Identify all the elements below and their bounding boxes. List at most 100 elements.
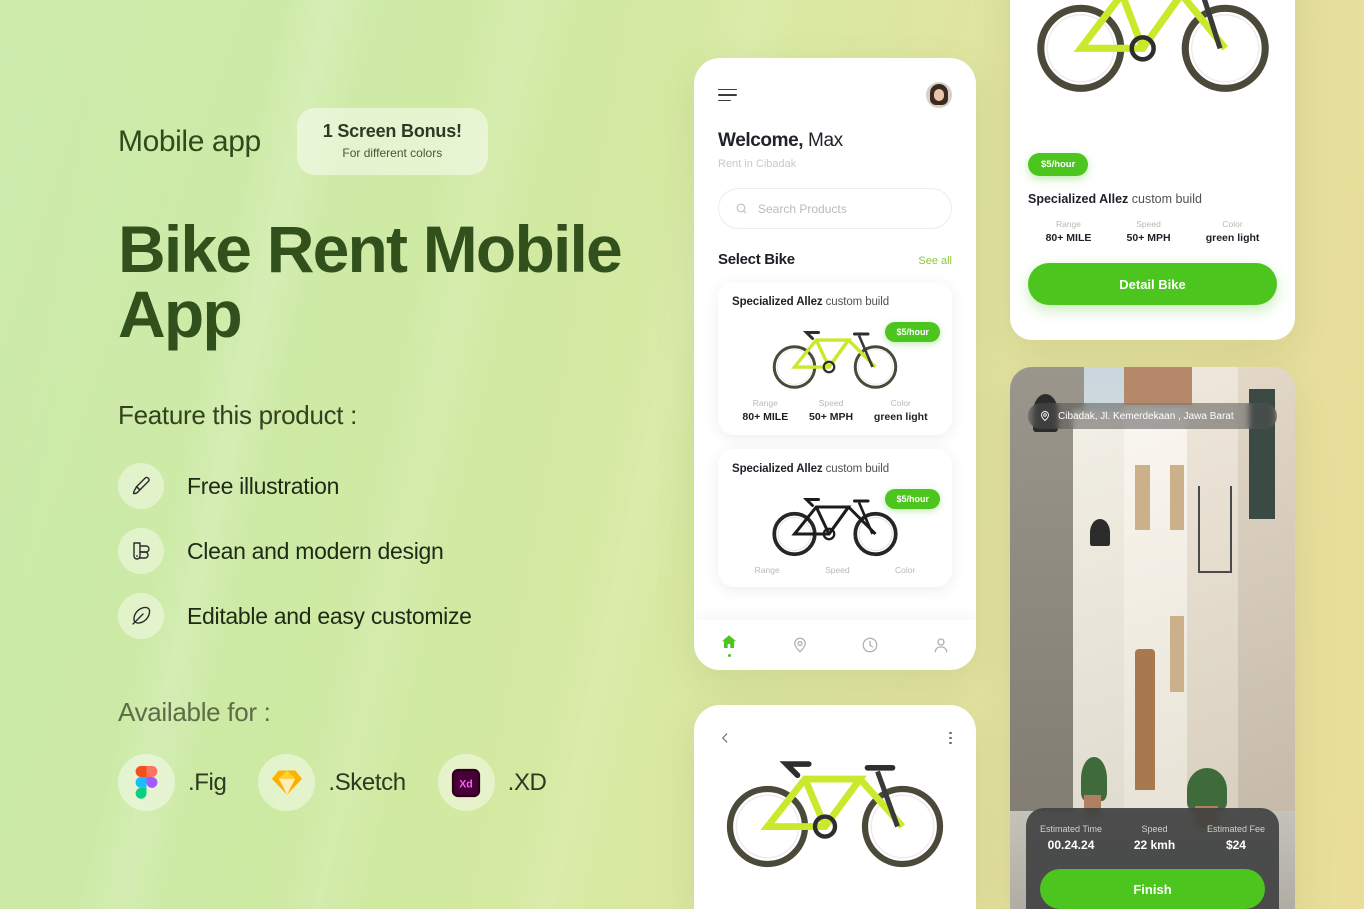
price-badge: $5/hour [885, 489, 940, 509]
spec-value: green light [1205, 232, 1260, 244]
bottom-navigation [694, 620, 976, 670]
trip-stat-item: Estimated Fee $24 [1207, 824, 1265, 852]
nav-item-profile[interactable] [932, 636, 950, 654]
spec-key: Color [895, 565, 916, 575]
trip-stat-key: Speed [1141, 824, 1168, 834]
adobe-xd-icon: Xd [437, 754, 495, 812]
nav-item-history[interactable] [861, 636, 879, 654]
spec-item: Range 80+ MILE [742, 398, 788, 423]
trip-stat-key: Estimated Fee [1206, 824, 1265, 834]
tool-list: .Fig .Sketch Xd .XD [118, 754, 718, 812]
detail-top-bar [694, 705, 976, 745]
feature-item: Free illustration [118, 463, 718, 510]
page-title: Bike Rent Mobile App [118, 212, 623, 351]
detail-bike-image [694, 749, 976, 874]
trip-stats: Estimated Time 00.24.24 Speed 22 kmh Est… [1040, 824, 1265, 852]
welcome-heading: Welcome, Max [718, 130, 952, 152]
finish-button[interactable]: Finish [1040, 869, 1265, 909]
welcome-greeting: Welcome, [718, 130, 804, 151]
spec-key: Color [1222, 219, 1243, 229]
bike-card[interactable]: Specialized Allez custom build $5/hour R… [718, 449, 952, 587]
spec-key: Range [1055, 219, 1081, 229]
location-bar[interactable]: Cibadak, Jl. Kemerdekaan , Jawa Barat [1028, 403, 1277, 429]
trip-stat-item: Estimated Time 00.24.24 [1040, 824, 1102, 852]
detail-bike-button[interactable]: Detail Bike [1028, 263, 1277, 305]
chevron-left-icon[interactable] [718, 731, 732, 745]
price-badge: $5/hour [1028, 153, 1089, 176]
bike-model: Specialized Allez [732, 296, 823, 308]
feather-icon [118, 593, 164, 640]
spec-key: Speed [1136, 219, 1161, 229]
spec-item: Speed [825, 565, 850, 575]
phone-home-screen: Welcome, Max Rent in Cibadak Search Prod… [694, 58, 976, 670]
section-header: Select Bike See all [718, 251, 952, 268]
avatar[interactable] [926, 82, 952, 108]
brush-icon [118, 463, 164, 510]
spec-value: 80+ MILE [1045, 232, 1092, 244]
svg-text:Xd: Xd [459, 778, 473, 790]
nav-item-location[interactable] [791, 636, 809, 654]
bike-card-title: Specialized Allez custom build [732, 463, 938, 475]
trip-stat-value: $24 [1225, 838, 1246, 852]
bike-specs: Range 80+ MILE Speed 50+ MPH Color green… [732, 398, 938, 423]
bike-detail-card: $5/hour Specialized Allez custom build R… [1010, 0, 1295, 340]
trip-stat-item: Speed 22 kmh [1134, 824, 1175, 852]
feature-item: Editable and easy customize [118, 593, 718, 640]
sketch-icon [258, 754, 316, 812]
more-vertical-icon[interactable] [949, 731, 952, 745]
available-for-title: Available for : [118, 697, 271, 728]
feature-label: Free illustration [187, 472, 340, 499]
spec-key: Range [752, 398, 778, 408]
detail-card-specs: Range 80+ MILE Speed 50+ MPH Color green… [1028, 219, 1277, 244]
trip-stat-value: 22 kmh [1133, 838, 1176, 852]
tool-item-figma: .Fig [118, 754, 240, 812]
hamburger-icon[interactable] [718, 85, 737, 106]
bike-card-title: Specialized Allez custom build [732, 296, 938, 308]
spec-item: Speed 50+ MPH [809, 398, 853, 423]
spec-item: Range 80+ MILE [1046, 219, 1092, 244]
tool-label: .Fig [188, 768, 227, 796]
search-input[interactable]: Search Products [718, 188, 952, 229]
home-icon [722, 635, 737, 648]
trip-tracking-card: Cibadak, Jl. Kemerdekaan , Jawa Barat Es… [1010, 367, 1295, 909]
tool-item-sketch: .Sketch [258, 754, 419, 812]
trip-stat-value: 00.24.24 [1047, 838, 1095, 852]
feature-item: Clean and modern design [118, 528, 718, 575]
bike-card[interactable]: Specialized Allez custom build $5/hour R… [718, 282, 952, 435]
nav-item-home[interactable] [720, 633, 738, 657]
left-info-panel: Mobile app 1 Screen Bonus! For different… [118, 108, 718, 812]
bike-variant: custom build [822, 296, 890, 308]
rent-location-label: Rent in Cibadak [718, 158, 797, 170]
bike-variant: custom build [1128, 192, 1202, 206]
feature-label: Clean and modern design [187, 537, 444, 564]
price-badge: $5/hour [885, 322, 940, 342]
bonus-subtitle: For different colors [342, 146, 443, 160]
spec-value: 50+ MPH [1126, 232, 1171, 244]
see-all-link[interactable]: See all [918, 255, 952, 267]
design-palette-icon [118, 528, 164, 575]
welcome-username: Max [803, 130, 843, 151]
bike-specs: Range Speed Color [732, 565, 938, 575]
figma-icon [118, 754, 175, 812]
nav-active-dot [727, 654, 731, 657]
features-title: Feature this product : [118, 400, 358, 431]
location-pin-icon [793, 637, 806, 653]
spec-item: Color green light [1206, 219, 1260, 244]
spec-item: Range [755, 565, 780, 575]
spec-key: Range [754, 565, 780, 575]
detail-card-photo [1010, 0, 1295, 154]
bonus-badge: 1 Screen Bonus! For different colors [296, 108, 488, 175]
spec-value: green light [873, 411, 928, 423]
home-content: Welcome, Max Rent in Cibadak Search Prod… [694, 130, 976, 587]
spec-item: Color green light [874, 398, 928, 423]
spec-item: Color [895, 565, 915, 575]
tool-item-xd: Xd .XD [437, 754, 561, 812]
bike-model: Specialized Allez [1028, 192, 1129, 206]
person-icon [934, 638, 948, 653]
section-title: Select Bike [718, 251, 795, 268]
detail-card-title: Specialized Allez custom build [1028, 192, 1277, 206]
feature-list: Free illustration Clean and modern desig… [118, 463, 718, 640]
detail-card-body: $5/hour Specialized Allez custom build R… [1010, 153, 1295, 305]
location-text: Cibadak, Jl. Kemerdekaan , Jawa Barat [1058, 410, 1234, 422]
bonus-title: 1 Screen Bonus! [322, 121, 462, 141]
